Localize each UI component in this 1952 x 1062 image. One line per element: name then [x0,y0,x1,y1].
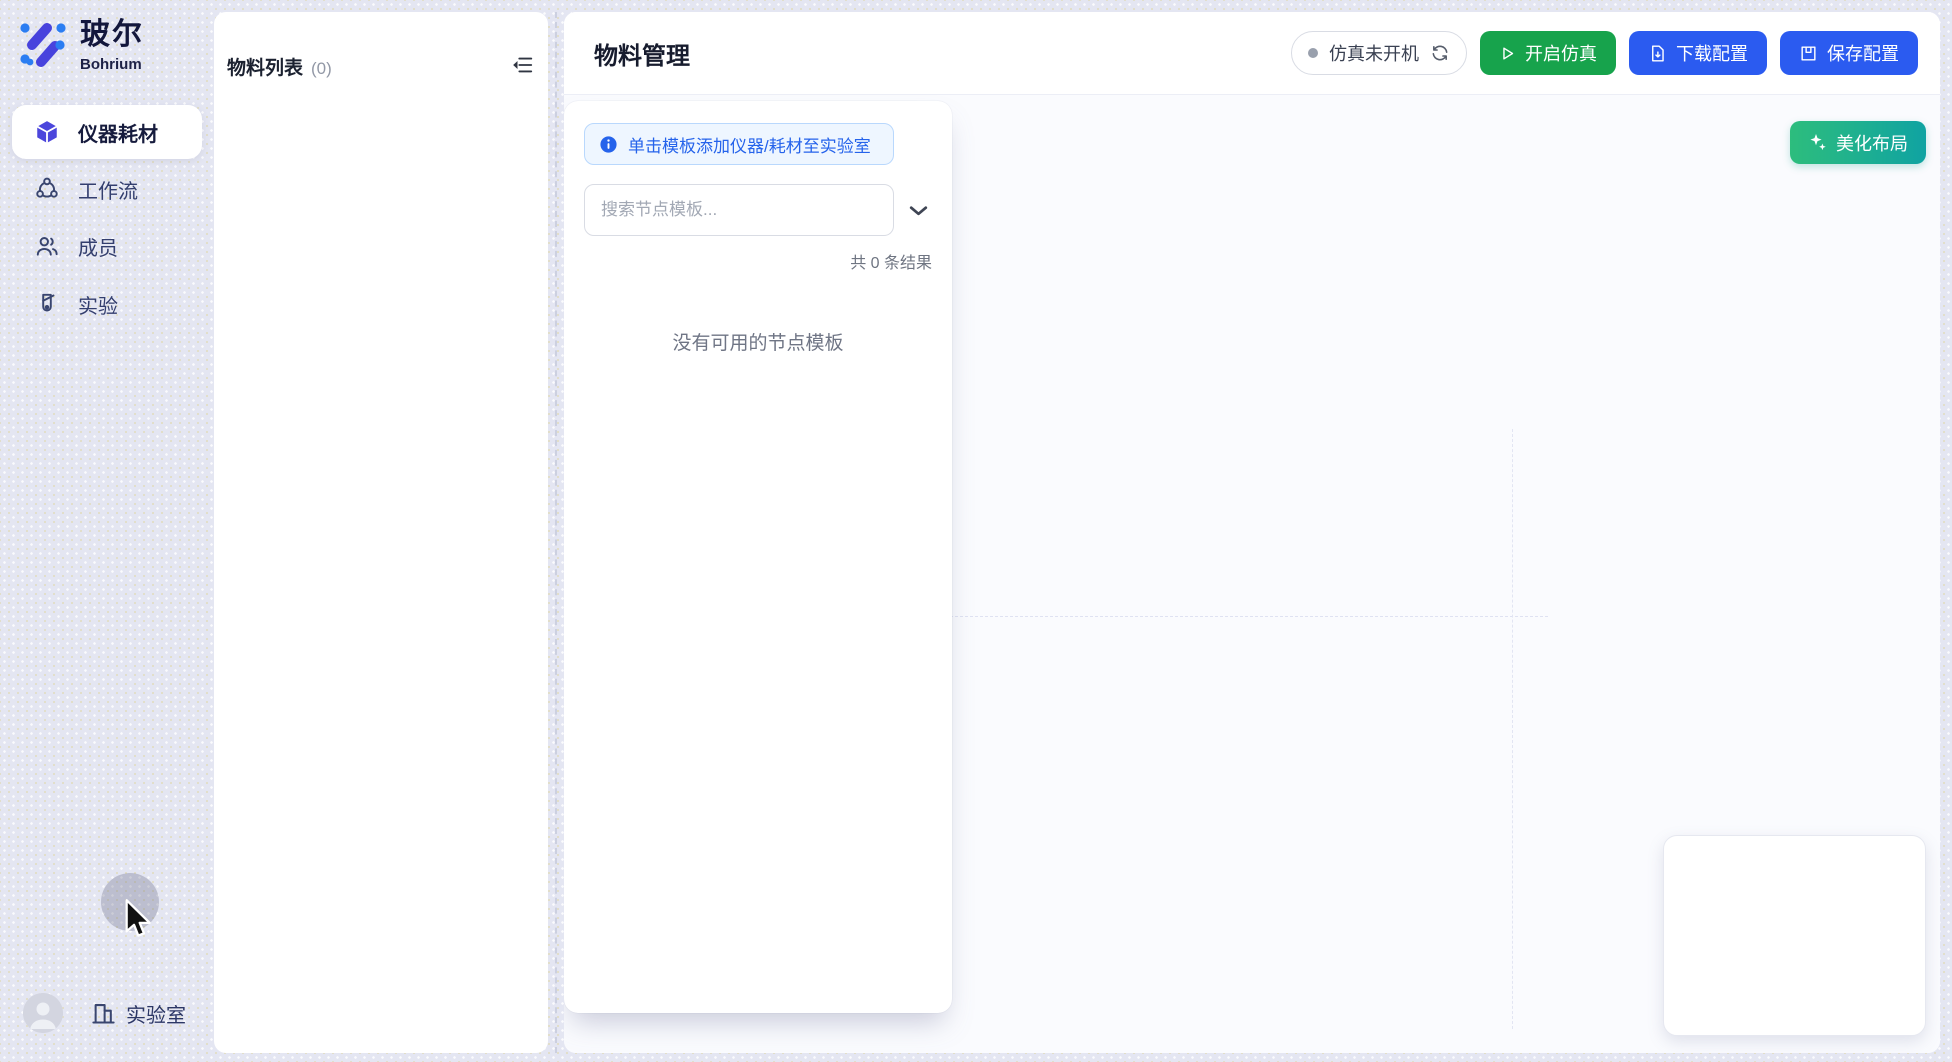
simulation-status-pill: 仿真未开机 [1291,31,1467,75]
save-config-label: 保存配置 [1827,40,1899,66]
download-config-button[interactable]: 下载配置 [1629,31,1767,75]
beautify-layout-button[interactable]: 美化布局 [1790,121,1926,164]
empty-template-message: 没有可用的节点模板 [584,328,932,355]
materials-list-title: 物料列表 [227,53,303,80]
play-icon [1499,45,1516,62]
members-icon [34,233,60,259]
save-config-button[interactable]: 保存配置 [1780,31,1918,75]
materials-list-panel: 物料列表 (0) [214,12,548,1053]
user-avatar[interactable] [23,993,63,1033]
simulation-status-text: 仿真未开机 [1329,40,1419,66]
header-actions: 仿真未开机 开启仿真 [1291,31,1918,75]
app-root: 玻尔 Bohrium 仪器耗材 工作流 [0,0,1952,1062]
workflow-icon [34,176,60,202]
flow-canvas[interactable]: 单击模板添加仪器/耗材至实验室 共 0 条结果 没有可用的节点模板 [564,95,1940,1053]
experiment-icon [34,291,60,317]
sidebar-item-label: 工作流 [78,175,138,204]
sidebar-item-label: 实验 [78,290,118,319]
template-hint-text: 单击模板添加仪器/耗材至实验室 [628,132,871,157]
file-download-icon [1648,44,1667,63]
sparkles-icon [1808,133,1827,152]
template-search-row [584,184,932,236]
cube-icon [34,119,60,145]
brand-name-en: Bohrium [80,56,144,73]
panel-separator [555,12,557,1053]
gray-status-dot-icon [1308,48,1318,58]
beautify-layout-label: 美化布局 [1836,130,1908,156]
download-config-label: 下载配置 [1676,40,1748,66]
mouse-cursor [121,898,155,942]
start-simulation-label: 开启仿真 [1525,40,1597,66]
main-header: 物料管理 仿真未开机 [564,12,1940,95]
building-icon [90,1000,117,1027]
main-panel: 物料管理 仿真未开机 [564,12,1940,1053]
template-hint-banner: 单击模板添加仪器/耗材至实验室 [584,123,894,165]
bohrium-logo-icon [17,18,67,68]
canvas-guide-vertical [1512,429,1513,1029]
lab-label: 实验室 [126,999,186,1028]
brand: 玻尔 Bohrium [17,18,144,73]
materials-list-count: (0) [311,59,332,79]
search-input[interactable] [584,184,894,236]
chevron-down-icon[interactable] [905,197,932,224]
sidebar-item-label: 仪器耗材 [78,118,158,147]
node-template-panel: 单击模板添加仪器/耗材至实验室 共 0 条结果 没有可用的节点模板 [564,101,952,1013]
sidebar-item-members[interactable]: 成员 [12,219,202,273]
search-result-count: 共 0 条结果 [584,249,932,273]
canvas-guide-horizontal [950,616,1548,617]
save-icon [1799,44,1818,63]
info-circle-icon [599,135,618,154]
sidebar-footer: 实验室 [23,993,186,1033]
brand-name-zh: 玻尔 [80,18,144,52]
canvas-minimap[interactable] [1663,835,1926,1036]
start-simulation-button[interactable]: 开启仿真 [1480,31,1616,75]
sidebar-item-workflow[interactable]: 工作流 [12,162,202,216]
refresh-icon[interactable] [1430,43,1450,63]
lab-selector[interactable]: 实验室 [90,999,186,1028]
sidebar-item-experiments[interactable]: 实验 [12,277,202,331]
sidebar-item-label: 成员 [78,232,118,261]
materials-list-header: 物料列表 (0) [227,53,332,80]
page-title: 物料管理 [594,36,690,71]
menu-fold-icon[interactable] [512,54,534,76]
sidebar-item-instruments[interactable]: 仪器耗材 [12,105,202,159]
